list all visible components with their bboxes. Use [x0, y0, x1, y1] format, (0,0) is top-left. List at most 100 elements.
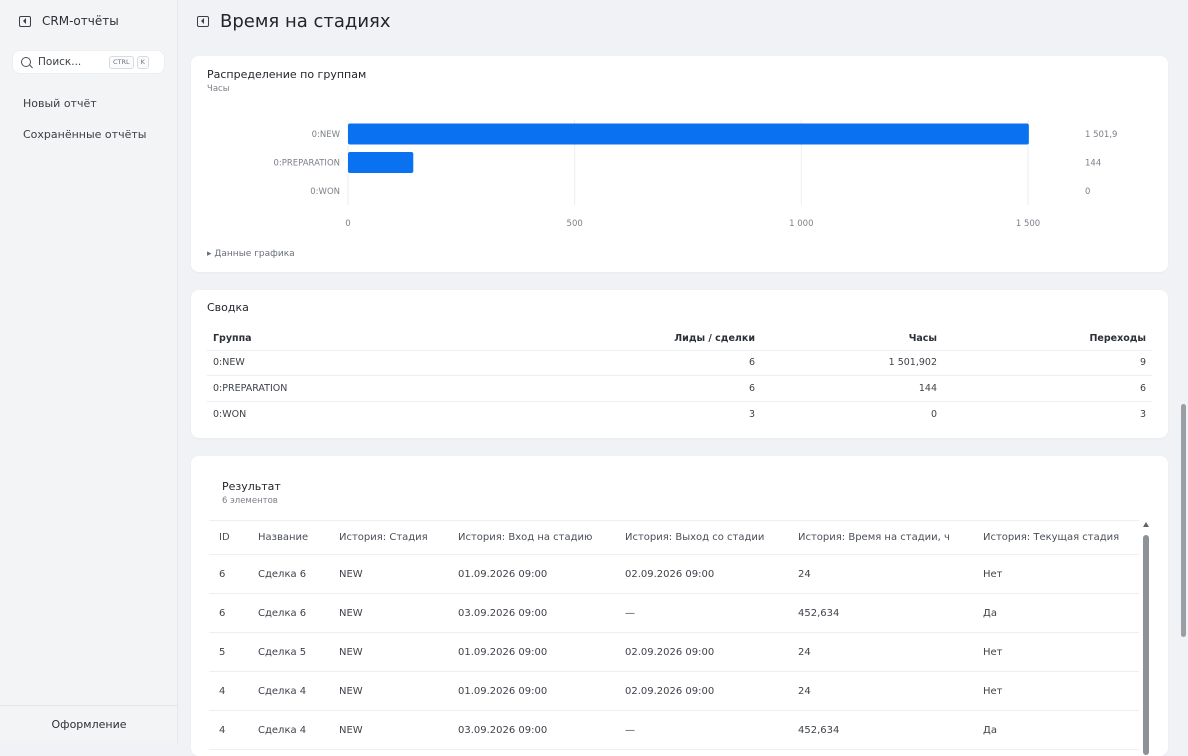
result-cell: NEW [329, 710, 448, 750]
x-tick-label: 0 [345, 219, 350, 229]
summary-cell: 3 [943, 400, 1152, 427]
summary-col-group: Группа [213, 333, 252, 345]
chart-data-toggle[interactable]: ▸ Данные графика [207, 249, 295, 259]
summary-cell: 6 [943, 375, 1152, 401]
collapse-sidebar-icon[interactable] [197, 16, 209, 27]
summary-card: Сводка Группа Лиды / сделки Часы Переход… [191, 290, 1168, 438]
result-scroll-thumb[interactable] [1143, 535, 1149, 755]
table-row[interactable]: 5 Сделка 5 NEW 01.09.2026 09:00 02.09.2026 0… [209, 632, 1139, 672]
summary-cell: 6 [507, 375, 761, 401]
result-cell: — [615, 593, 788, 633]
result-cell: Нет [973, 554, 1139, 594]
result-header-row: ID Название История: Стадия История: Вхо… [209, 520, 1139, 555]
result-cell: Да [973, 593, 1139, 633]
bar [348, 123, 1029, 145]
summary-header-row: Группа Лиды / сделки Часы Переходы [207, 328, 1152, 350]
summary-cell: 0:PREPARATION [207, 375, 507, 401]
sidebar: CRM-отчёты Поиск... CTRL K Новый отчёт С… [0, 0, 178, 743]
page-title: Время на стадиях [220, 11, 391, 32]
result-cell: 01.09.2026 09:00 [448, 671, 615, 711]
table-row[interactable]: 4 Сделка 4 NEW 03.09.2026 09:00—452,634 Да [209, 710, 1139, 750]
scroll-up-icon[interactable] [1143, 522, 1149, 527]
table-row: 0:PREPARATION 6 144 6 [207, 375, 1152, 401]
page-scroll-thumb[interactable] [1181, 404, 1186, 637]
result-count: 6 элементов [222, 496, 278, 506]
summary-col-leads: Лиды / сделки [674, 333, 755, 345]
result-col-stage[interactable]: История: Стадия [329, 520, 448, 555]
result-cell: 6 [209, 593, 248, 633]
result-cell: 02.09.2026 09:00 [615, 632, 788, 672]
result-cell: 4 [209, 710, 248, 750]
result-cell: NEW [329, 632, 448, 672]
result-cell: 03.09.2026 09:00 [448, 593, 615, 633]
summary-cell: 0:WON [207, 400, 507, 427]
app-title: CRM-отчёты [42, 14, 119, 28]
search-input[interactable]: Поиск... CTRL K [13, 51, 164, 73]
result-title: Результат [222, 480, 281, 493]
result-cell: 24 [788, 554, 973, 594]
summary-title: Сводка [207, 301, 249, 314]
result-cell: 452,634 [788, 593, 973, 633]
result-card: Результат 6 элементов ID Название Истори… [191, 456, 1168, 756]
sidebar-toggle-icon[interactable] [19, 15, 31, 27]
result-cell: 01.09.2026 09:00 [448, 632, 615, 672]
search-placeholder: Поиск... [38, 56, 82, 68]
result-cell: — [615, 710, 788, 750]
x-tick-label: 1 000 [789, 219, 813, 229]
summary-cell: 144 [761, 375, 943, 401]
result-cell: 24 [788, 671, 973, 711]
x-tick-label: 1 500 [1016, 219, 1040, 229]
table-row[interactable]: 6 Сделка 6 NEW 01.09.2026 09:00 02.09.2026 0… [209, 554, 1139, 594]
result-scrollbar[interactable] [1142, 522, 1150, 755]
summary-cell: 1 501,902 [761, 349, 943, 376]
search-icon [21, 57, 31, 67]
result-col-id[interactable]: ID [209, 520, 248, 555]
result-table: ID Название История: Стадия История: Вхо… [209, 520, 1139, 750]
distribution-chart: 0 500 1 000 1 500 0:NEW 1 501,9 0:PREPARATION 1… [273, 120, 1117, 229]
result-col-time[interactable]: История: Время на стадии, ч [788, 520, 973, 555]
result-cell: 03.09.2026 09:00 [448, 710, 615, 750]
category-label: 0:PREPARATION [273, 159, 340, 169]
bar [348, 152, 414, 173]
summary-cell: 9 [943, 349, 1152, 376]
sidebar-item-new-report[interactable]: Новый отчёт [23, 97, 97, 110]
distribution-card: Распределение по группам Часы 0 500 1 000 1… [191, 56, 1168, 272]
result-col-current[interactable]: История: Текущая стадия [973, 520, 1139, 555]
table-row[interactable]: 6 Сделка 6 NEW 03.09.2026 09:00—452,634 Да [209, 593, 1139, 633]
result-cell: Сделка 5 [248, 632, 329, 672]
result-cell: 02.09.2026 09:00 [615, 671, 788, 711]
result-cell: 4 [209, 671, 248, 711]
result-cell: 24 [788, 632, 973, 672]
category-label: 0:WON [310, 187, 340, 197]
result-col-enter[interactable]: История: Вход на стадию [448, 520, 615, 555]
sidebar-item-saved-reports[interactable]: Сохранённые отчёты [23, 128, 146, 141]
result-col-name[interactable]: Название [248, 520, 329, 555]
summary-col-hours: Часы [908, 333, 937, 345]
result-cell: Да [973, 710, 1139, 750]
data-label: 144 [1085, 159, 1101, 169]
summary-col-transitions: Переходы [1089, 333, 1146, 345]
result-cell: 6 [209, 554, 248, 594]
shortcut-k-key: K [136, 55, 149, 69]
result-cell: NEW [329, 554, 448, 594]
category-label: 0:NEW [312, 130, 341, 140]
result-cell: Нет [973, 632, 1139, 672]
result-cell: Сделка 4 [248, 671, 329, 711]
summary-cell: 0 [761, 400, 943, 427]
result-cell: NEW [329, 593, 448, 633]
data-label: 0 [1085, 187, 1090, 197]
result-cell: Сделка 6 [248, 554, 329, 594]
appearance-button[interactable]: Оформление [0, 705, 178, 743]
sidebar-header: CRM-отчёты [19, 14, 119, 28]
result-cell: 01.09.2026 09:00 [448, 554, 615, 594]
data-label: 1 501,9 [1085, 130, 1117, 140]
table-row[interactable]: 4 Сделка 4 NEW 01.09.2026 09:00 02.09.2026 0… [209, 671, 1139, 711]
page-scrollbar[interactable] [1179, 0, 1188, 743]
summary-cell: 3 [507, 400, 761, 427]
result-cell: 452,634 [788, 710, 973, 750]
table-row: 0:NEW 6 1 501,902 9 [207, 349, 1152, 376]
result-col-exit[interactable]: История: Выход со стадии [615, 520, 788, 555]
result-cell: 02.09.2026 09:00 [615, 554, 788, 594]
result-cell: Сделка 4 [248, 710, 329, 750]
x-tick-label: 500 [567, 219, 583, 229]
